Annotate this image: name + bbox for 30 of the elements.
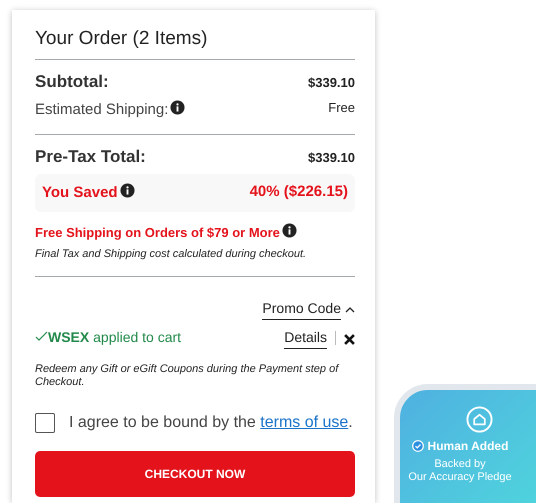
check-icon xyxy=(35,331,48,342)
details-link[interactable]: Details xyxy=(284,327,327,350)
saved-label: You Saved xyxy=(42,182,118,203)
info-icon[interactable] xyxy=(170,100,186,116)
agree-checkbox[interactable] xyxy=(35,412,55,433)
caret-icon[interactable] xyxy=(345,306,355,313)
info-icon[interactable] xyxy=(282,222,297,238)
close-icon[interactable] xyxy=(344,334,355,346)
badge-subtitle: Backed by xyxy=(433,458,487,472)
check-circle-icon xyxy=(412,440,424,452)
shipping-label: Estimated Shipping: xyxy=(35,100,168,120)
checkout-button[interactable]: CHECKOUT NOW xyxy=(35,450,355,497)
pretax-label: Pre-Tax Total: xyxy=(35,146,146,168)
saved-value: 40% ($226.15) xyxy=(250,182,348,202)
home-icon xyxy=(466,406,492,433)
free-shipping-note: Free Shipping on Orders of $79 or More xyxy=(35,224,280,242)
subtotal-value: $339.10 xyxy=(308,74,355,92)
subtotal-label: Subtotal: xyxy=(35,70,109,93)
promo-applied-text: WSEX applied to cart xyxy=(35,327,182,348)
promo-code-toggle[interactable]: Promo Code xyxy=(262,298,341,320)
info-icon[interactable] xyxy=(120,182,135,198)
shipping-value: Free xyxy=(328,99,355,118)
tax-note: Final Tax and Shipping cost calculated during checkout. xyxy=(35,246,308,262)
agree-text: I agree to be bound by the terms of use. xyxy=(69,412,353,433)
order-title: Your Order (2 Items) xyxy=(35,28,355,60)
badge-title: Human Added xyxy=(428,438,508,455)
terms-link[interactable]: terms of use xyxy=(260,414,348,431)
gift-note: Redeem any Gift or eGift Coupons during the Payment step of Checkout. xyxy=(35,363,340,389)
pretax-value: $339.10 xyxy=(308,149,355,168)
badge-subtitle: Our Accuracy Pledge xyxy=(407,471,513,484)
